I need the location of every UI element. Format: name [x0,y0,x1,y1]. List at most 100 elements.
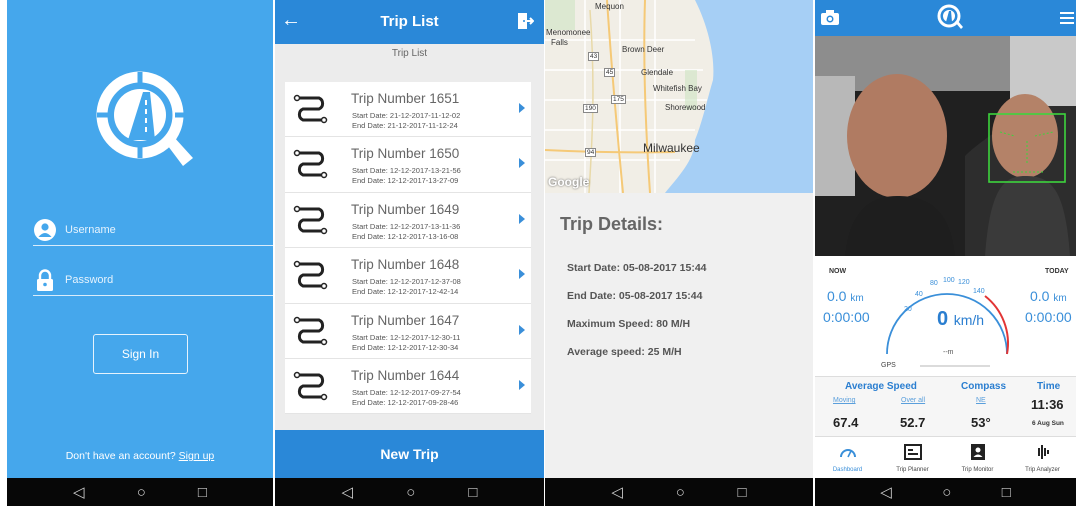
tab-label: Trip Monitor [961,467,994,473]
android-nav-bar: ◁ ○ □ [815,478,1076,506]
today-distance: 0.0 km [1030,288,1067,304]
nav-recents-icon[interactable]: □ [1002,485,1011,500]
nav-back-icon[interactable]: ◁ [342,485,354,500]
average-speed-label: Average Speed [845,381,917,392]
lock-icon [37,269,53,291]
nav-back-icon[interactable]: ◁ [611,485,623,500]
logout-icon[interactable] [516,12,534,30]
trip-stats-panel: Average Speed Moving 67.4 Over all 52.7 … [815,376,1076,436]
trip-end-date: End Date: 05-08-2017 15:44 [567,290,703,302]
gauge-tick: 20 [904,306,912,313]
gauge-tick: 120 [958,279,970,286]
trip-name: Trip Number 1647 [351,312,460,328]
nav-recents-icon[interactable]: □ [738,485,747,500]
trip-map[interactable]: Mequon Menomonee Falls Brown Deer Glenda… [545,0,813,193]
compass-direction[interactable]: NE [976,397,986,404]
list-item[interactable]: Trip Number 1651 Start Date: 21-12-2017-… [285,82,531,138]
map-label: Whitefish Bay [653,84,702,93]
altitude-readout: --m [943,349,954,356]
nav-home-icon[interactable]: ○ [676,485,685,500]
hamburger-menu-icon[interactable] [1060,12,1074,24]
no-account-text: Don't have an account? [65,450,176,462]
tab-trip-planner[interactable]: Trip Planner [880,437,945,479]
nav-home-icon[interactable]: ○ [942,485,951,500]
map-label: Menomonee [546,28,591,37]
moving-label[interactable]: Moving [833,397,856,404]
login-screen: Username Password Sign In Don't have an … [7,0,273,506]
bottom-tab-bar: Dashboard Trip Planner Trip Monitor Trip… [815,436,1076,478]
list-item[interactable]: Trip Number 1648 Start Date: 12-12-2017-… [285,248,531,304]
android-nav-bar: ◁ ○ □ [545,478,813,506]
today-distance-value: 0.0 [1030,288,1050,304]
list-item[interactable]: Trip Number 1644 Start Date: 12-12-2017-… [285,359,531,415]
chevron-right-icon [519,103,525,113]
map-label: Falls [551,38,568,47]
new-trip-button[interactable]: New Trip [275,430,544,478]
km-unit: km [1053,293,1067,304]
tab-label: Trip Planner [896,467,929,473]
speed-value: 0 [937,308,949,330]
map-label: Milwaukee [643,141,700,155]
username-placeholder: Username [65,224,116,236]
trip-name: Trip Number 1644 [351,367,460,383]
list-item[interactable]: Trip Number 1649 Start Date: 12-12-2017-… [285,193,531,249]
route-icon [293,94,328,124]
speed-gauge-panel: NOW 0.0 km 0:00:00 TODAY 0.0 km 0:00:00 … [815,256,1076,376]
sign-in-button[interactable]: Sign In [93,334,188,374]
android-nav-bar: ◁ ○ □ [7,478,273,506]
route-icon [293,371,328,401]
nav-home-icon[interactable]: ○ [406,485,415,500]
gauge-tick: 100 [943,277,955,284]
monitor-icon [971,444,985,460]
trip-list-subtitle: Trip List [391,48,428,59]
trip-start-date: Start Date: 12-12-2017-13-21-56 [352,166,461,176]
app-logo-icon [96,71,193,166]
android-nav-bar: ◁ ○ □ [275,478,544,506]
page-title: Trip List [380,13,439,30]
overall-label[interactable]: Over all [901,397,925,404]
dashboard-screen: NOW 0.0 km 0:00:00 TODAY 0.0 km 0:00:00 … [815,0,1076,506]
chevron-right-icon [519,213,525,224]
tab-label: Dashboard [832,467,863,473]
current-speed: 0 km/h [937,308,984,331]
route-icon [293,260,328,290]
nav-home-icon[interactable]: ○ [137,485,146,500]
nav-back-icon[interactable]: ◁ [880,485,892,500]
speed-unit: km/h [953,312,985,328]
now-distance: 0.0 km [827,288,864,304]
list-item[interactable]: Trip Number 1650 Start Date: 12-12-2017-… [285,137,531,193]
route-icon [293,205,328,235]
trip-end-date: End Date: 12-12-2017-12-30-34 [352,342,459,352]
camera-icon[interactable] [821,10,839,25]
gauge-tick: 80 [930,280,938,287]
clock-value: 11:36 [1031,397,1064,412]
username-field[interactable]: Username [33,218,273,246]
map-label: Glendale [641,68,674,77]
nav-recents-icon[interactable]: □ [198,485,207,500]
planner-icon [904,444,922,460]
highway-shield: 175 [611,95,626,104]
chevron-right-icon [519,158,525,169]
trip-details-title: Trip Details: [560,214,664,234]
map-label: Brown Deer [622,45,665,54]
trip-list-header: ← Trip List [275,0,544,44]
tab-dashboard[interactable]: Dashboard [815,437,880,479]
route-icon [293,150,328,179]
trip-start-date: Start Date: 05-08-2017 15:44 [567,262,707,274]
date-value: 6 Aug Sun [1032,420,1064,427]
nav-back-icon[interactable]: ◁ [73,485,85,500]
trip-start-date: Start Date: 12-12-2017-09-27-54 [352,387,461,397]
password-placeholder: Password [65,274,114,286]
sign-up-link[interactable]: Sign up [179,450,215,462]
password-field[interactable]: Password [33,268,273,296]
now-label: NOW [829,268,847,275]
tab-trip-monitor[interactable]: Trip Monitor [945,437,1010,479]
gps-label: GPS [881,362,896,369]
trip-list-body: Trip List Trip Number 1651 Start Date: 2… [275,44,544,430]
today-label: TODAY [1045,268,1069,275]
list-item[interactable]: Trip Number 1647 Start Date: 12-12-2017-… [285,304,531,359]
trip-details-screen: Mequon Menomonee Falls Brown Deer Glenda… [545,0,813,506]
tab-trip-analyzer[interactable]: Trip Analyzer [1010,437,1075,479]
map-label: Mequon [595,2,624,11]
nav-recents-icon[interactable]: □ [468,485,477,500]
